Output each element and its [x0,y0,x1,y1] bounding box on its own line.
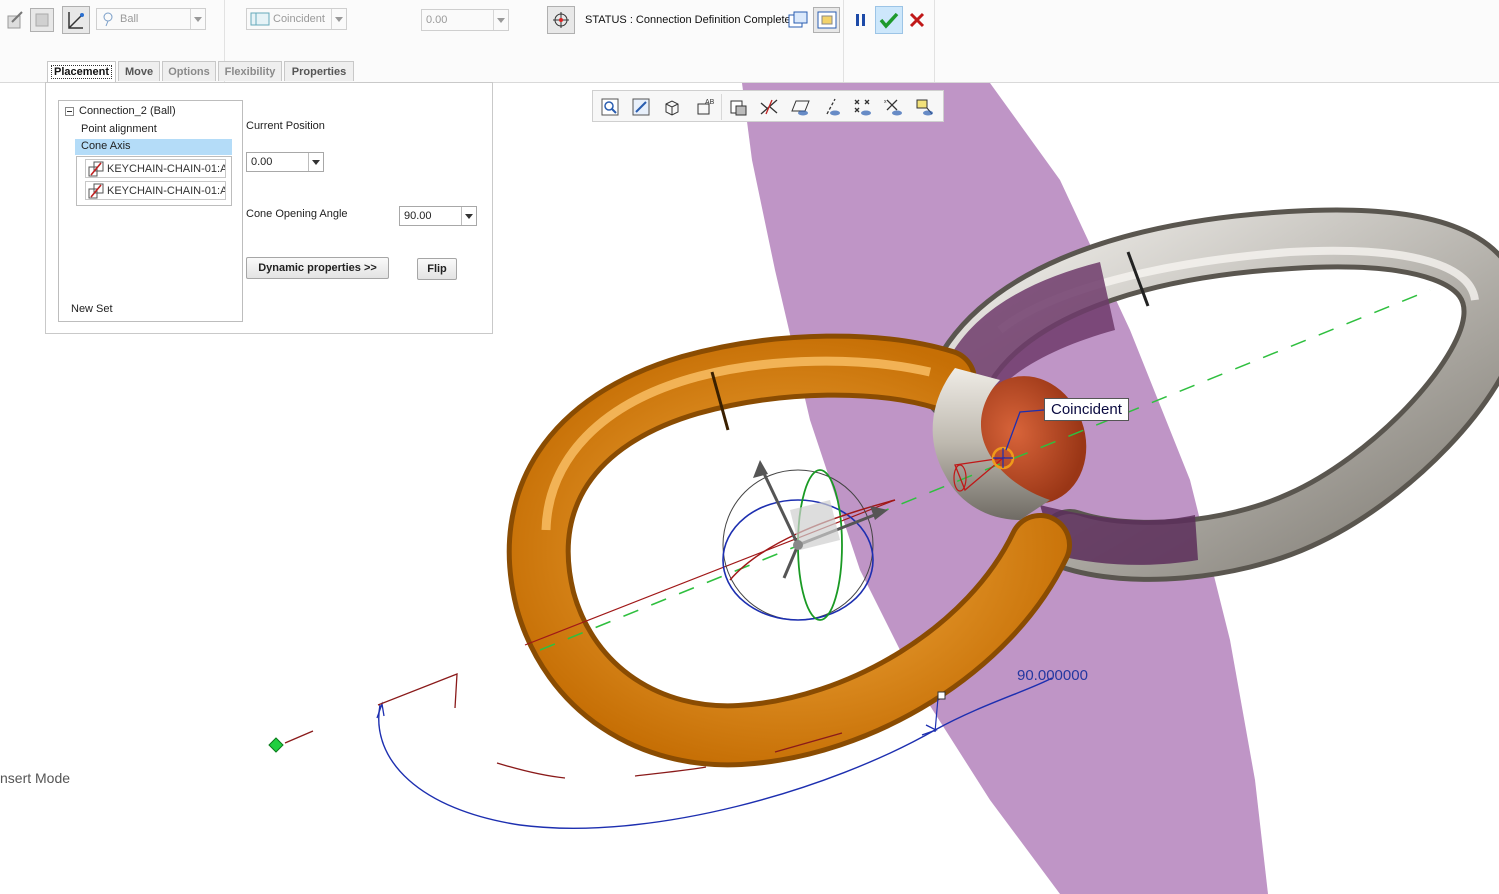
axis-display-icon[interactable] [819,94,845,120]
cancel-button[interactable] [905,8,929,32]
ball-constraint-icon[interactable] [547,6,575,34]
divider [721,94,722,120]
red-construction-line [284,730,314,744]
reference-label: KEYCHAIN-CHAIN-01:A_ [107,162,226,175]
cone-angle-label: Cone Opening Angle [246,208,348,220]
user-defined-icon[interactable] [30,8,54,32]
current-position-label: Current Position [246,120,325,132]
csys-display-icon[interactable]: x [881,94,907,120]
zoom-window-icon[interactable] [628,94,654,120]
svg-text:x: x [884,99,887,105]
point-display-icon[interactable] [850,94,876,120]
angle-readout[interactable]: 90.000000 [1017,667,1088,684]
new-set-link[interactable]: New Set [71,303,113,315]
svg-text:AB: AB [705,99,714,106]
tab-move[interactable]: Move [118,61,160,81]
tab-options[interactable]: Options [162,61,216,81]
connection-type-select[interactable]: Ball [96,8,206,30]
chevron-down-icon [493,10,508,30]
check-icon [879,12,899,29]
reference-label: KEYCHAIN-CHAIN-01:A_ [107,184,226,197]
cone-angle-value: 90.00 [404,210,432,222]
chevron-down-icon [308,153,323,171]
tab-properties[interactable]: Properties [284,61,354,81]
constraint-type-select[interactable]: Coincident [246,8,347,30]
plane-display-icon[interactable] [788,94,814,120]
axis-reference-icon [88,183,104,198]
tree-root[interactable]: Connection_2 (Ball) [79,105,176,117]
tab-label: Move [124,65,154,78]
confirm-button[interactable] [875,6,903,34]
mode-indicator: nsert Mode [0,770,71,786]
dynamic-properties-button[interactable]: Dynamic properties >> [246,257,389,279]
red-reference-line [524,499,896,646]
annotation-display-icon[interactable] [912,94,938,120]
red-construction-line [377,673,458,709]
current-position-value: 0.00 [251,156,273,168]
named-views-icon[interactable]: AB [691,94,717,120]
connection-type-value: Ball [120,13,139,25]
view-orient-icon[interactable] [659,94,685,120]
red-construction-line [634,766,707,777]
tab-label: Flexibility [224,65,276,78]
red-construction-line [496,762,566,779]
graphics-toolbar: AB x [592,90,944,122]
divider [843,0,844,82]
coincident-icon [250,12,270,26]
separate-window-icon[interactable] [786,8,810,32]
tab-label: Placement [50,65,113,79]
collapse-icon[interactable] [65,107,74,116]
divider [934,0,935,82]
chevron-down-icon [331,9,346,29]
chevron-down-icon [190,9,205,29]
tab-placement[interactable]: Placement [47,61,116,82]
pause-icon[interactable] [849,8,873,32]
component-window-icon[interactable] [813,7,840,33]
current-position-select[interactable]: 0.00 [246,152,324,172]
mechanism-connection-icon[interactable] [62,6,90,34]
tab-label: Options [168,65,210,78]
tab-flexibility[interactable]: Flexibility [218,61,282,81]
tree-item-point-alignment[interactable]: Point alignment [81,123,157,135]
status-message: STATUS : Connection Definition Complete. [585,14,794,26]
ball-joint-icon [103,12,113,27]
dashboard-ribbon: Ball Coincident 0.00 STATUS : Connection… [0,0,1499,83]
connection-tree: Connection_2 (Ball) Point alignment Cone… [58,100,243,322]
zoom-fit-icon[interactable] [597,94,623,120]
offset-value: 0.00 [426,14,448,26]
reference-item[interactable]: KEYCHAIN-CHAIN-01:A_ [85,159,226,178]
dimension-handle[interactable] [937,691,946,700]
chevron-down-icon [461,207,476,225]
placement-panel: Connection_2 (Ball) Point alignment Cone… [45,82,493,334]
constraint-type-value: Coincident [273,13,325,25]
origin-point[interactable] [268,737,284,753]
display-style-icon[interactable] [725,94,751,120]
coincident-callout[interactable]: Coincident [1044,398,1129,421]
flip-button[interactable]: Flip [417,258,457,280]
tab-label: Properties [291,65,347,78]
datum-display-icon[interactable] [756,94,782,120]
offset-input[interactable]: 0.00 [421,9,509,31]
axis-reference-icon [88,161,104,176]
cone-angle-select[interactable]: 90.00 [399,206,477,226]
tree-item-cone-axis[interactable]: Cone Axis [75,139,232,155]
connection-icon[interactable] [4,8,28,32]
reference-item[interactable]: KEYCHAIN-CHAIN-01:A_ [85,181,226,200]
tree-item-label: Cone Axis [81,140,131,152]
close-icon [909,12,925,28]
reference-collector[interactable]: KEYCHAIN-CHAIN-01:A_ KEYCHAIN-CHAIN-01:A… [76,156,232,206]
